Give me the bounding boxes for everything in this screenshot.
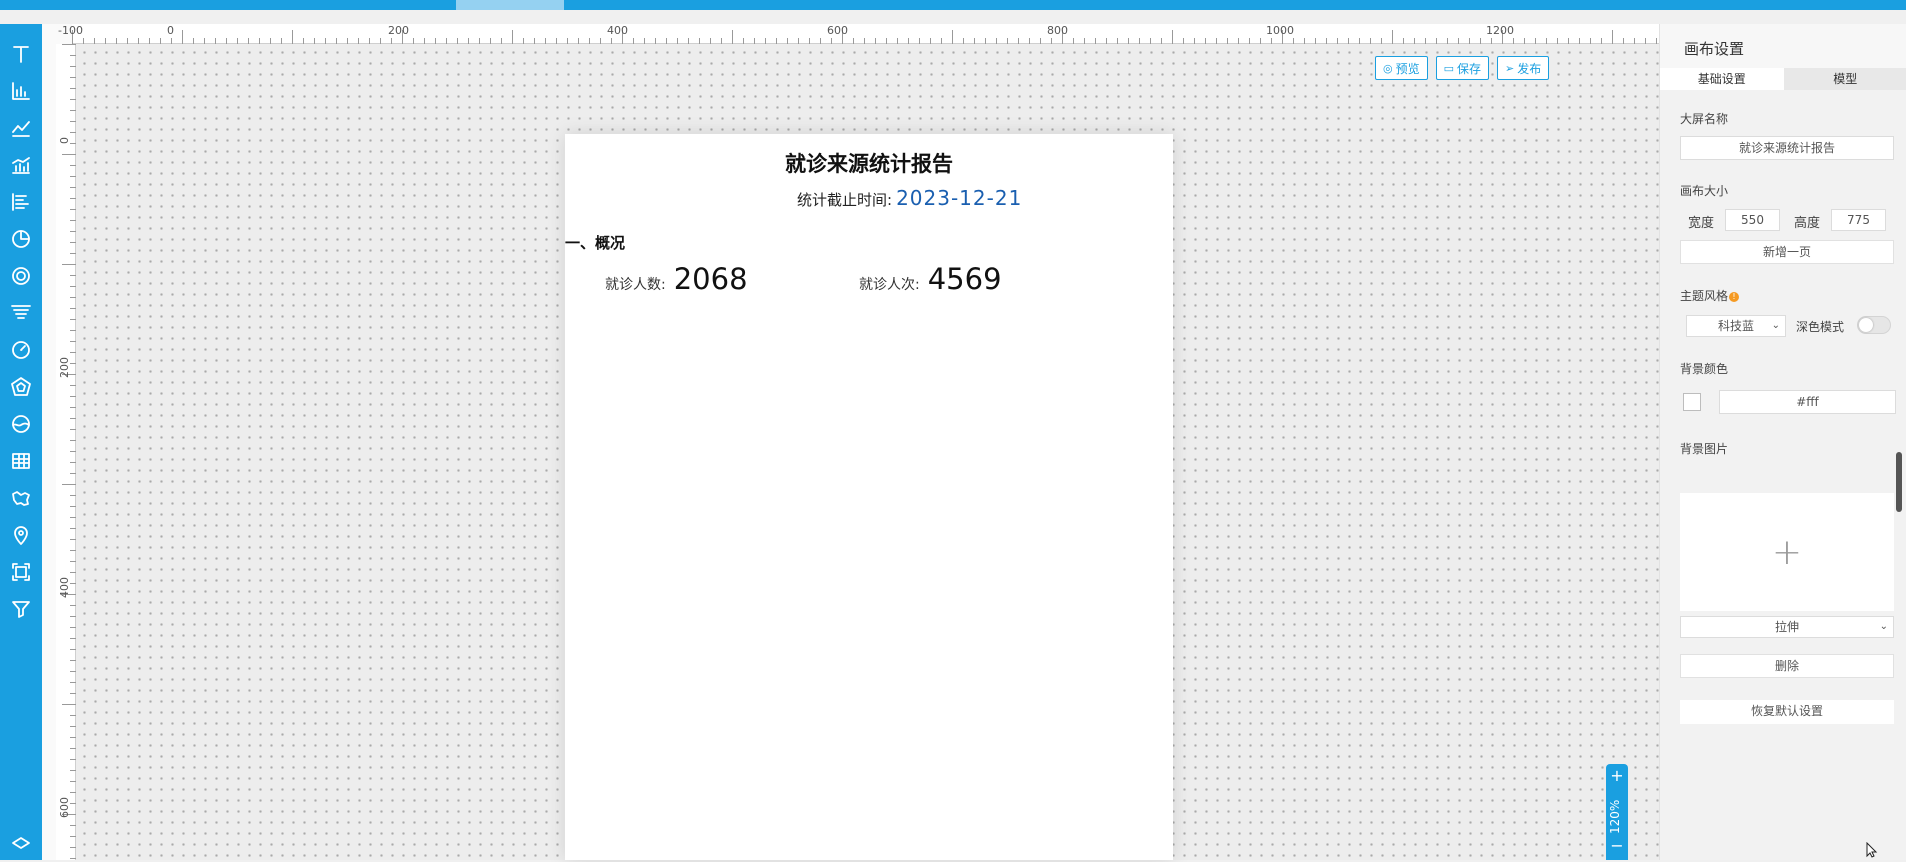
text-icon[interactable] [5, 38, 37, 70]
component-toolbar [0, 24, 42, 860]
visits-label: 就诊人次: [859, 274, 920, 294]
toggle-knob [1859, 318, 1873, 332]
ruler-top-label: 800 [1047, 24, 1068, 37]
preview-button[interactable]: ◎ 预览 [1375, 56, 1428, 80]
gauge-icon[interactable] [5, 334, 37, 366]
save-button[interactable]: ▭ 保存 [1436, 56, 1489, 80]
color-swatch[interactable] [1683, 393, 1701, 411]
location-pin-icon[interactable] [5, 519, 37, 551]
section-overview-title[interactable]: 一、概况 [565, 232, 625, 253]
panel-scrollbar[interactable] [1896, 452, 1902, 512]
height-label: 高度 [1794, 212, 1820, 231]
ruler-top-ticks [72, 24, 1659, 44]
date-label: 统计截止时间: [797, 189, 892, 210]
height-input[interactable]: 775 [1831, 209, 1886, 231]
fit-select-value: 拉伸 [1775, 620, 1799, 634]
horizontal-bar-icon[interactable] [5, 186, 37, 218]
chevron-down-icon: ⌄ [1772, 316, 1780, 336]
ruler-top-label: 1200 [1486, 24, 1514, 37]
water-ball-icon[interactable] [5, 408, 37, 440]
ruler-left-label: 600 [58, 797, 71, 818]
publish-button[interactable]: ➢ 发布 [1497, 56, 1549, 80]
tab-model[interactable]: 模型 [1784, 68, 1906, 90]
mouse-cursor-icon [1866, 842, 1878, 858]
save-label: 保存 [1457, 60, 1481, 77]
publish-label: 发布 [1517, 60, 1541, 77]
panel-header: 画布设置 [1660, 24, 1906, 68]
theme-label: 主题风格! [1680, 287, 1739, 304]
send-icon: ➢ [1505, 62, 1514, 75]
width-label: 宽度 [1688, 212, 1714, 231]
plus-icon: + [1680, 493, 1894, 611]
panel-tabs: 基础设置 模型 [1660, 68, 1906, 90]
screen-name-input[interactable]: 就诊来源统计报告 [1680, 136, 1894, 160]
ruler-top-label: 400 [607, 24, 628, 37]
report-page[interactable]: 就诊来源统计报告 统计截止时间: 2023-12-21 一、概况 就诊人数: 2… [565, 134, 1173, 860]
zoom-level: 120% [1608, 800, 1622, 834]
funnel-icon[interactable] [5, 297, 37, 329]
zoom-in-button[interactable]: + [1606, 766, 1628, 785]
visits-value: 4569 [928, 262, 1002, 296]
zoom-out-button[interactable]: − [1606, 836, 1628, 855]
bg-color-input[interactable]: #fff [1719, 390, 1896, 414]
theme-label-text: 主题风格 [1680, 289, 1728, 303]
table-icon[interactable] [5, 445, 37, 477]
map-icon[interactable] [5, 482, 37, 514]
ruler-top-label: 200 [388, 24, 409, 37]
combo-chart-icon[interactable] [5, 149, 37, 181]
ruler-left-ticks [56, 44, 76, 860]
preview-label: 预览 [1396, 60, 1420, 77]
panel-title: 画布设置 [1684, 38, 1744, 59]
patients-label: 就诊人数: [605, 274, 666, 294]
eye-icon: ◎ [1383, 62, 1393, 75]
screen-name-label: 大屏名称 [1680, 110, 1728, 127]
canvas-size-label: 画布大小 [1680, 182, 1728, 199]
ruler-top-label: 0 [167, 24, 174, 37]
line-chart-icon[interactable] [5, 112, 37, 144]
add-page-button[interactable]: 新增一页 [1680, 240, 1894, 264]
chevron-down-icon: ⌄ [1880, 617, 1888, 637]
report-title[interactable]: 就诊来源统计报告 [565, 148, 1173, 178]
fit-select[interactable]: 拉伸 ⌄ [1680, 616, 1894, 638]
canvas-actions: ◎ 预览 ▭ 保存 ➢ 发布 [1375, 56, 1549, 80]
reset-default-button[interactable]: 恢复默认设置 [1680, 700, 1894, 724]
date-value: 2023-12-21 [896, 186, 1022, 210]
filter-icon[interactable] [5, 593, 37, 625]
delete-button[interactable]: 删除 [1680, 654, 1894, 678]
ruler-left [56, 44, 76, 860]
visits-stat[interactable]: 就诊人次: 4569 [859, 262, 1002, 296]
radar-icon[interactable] [5, 371, 37, 403]
bg-image-upload[interactable]: + [1680, 493, 1894, 611]
dark-mode-label: 深色模式 [1796, 318, 1844, 335]
info-icon[interactable]: ! [1729, 292, 1739, 302]
layers-icon[interactable] [5, 830, 37, 862]
top-tab[interactable] [456, 0, 564, 10]
ruler-left-label: 400 [58, 577, 71, 598]
report-date[interactable]: 统计截止时间: 2023-12-21 [797, 186, 1022, 210]
patients-value: 2068 [674, 262, 748, 296]
bg-image-label: 背景图片 [1680, 440, 1728, 457]
ruler-top-label: -100 [58, 24, 83, 37]
dark-mode-toggle[interactable] [1857, 316, 1891, 334]
patients-stat[interactable]: 就诊人数: 2068 [605, 262, 748, 296]
frame-icon[interactable] [5, 556, 37, 588]
bg-color-label: 背景颜色 [1680, 360, 1728, 377]
width-input[interactable]: 550 [1725, 209, 1780, 231]
save-icon: ▭ [1444, 62, 1454, 75]
ruler-top-label: 1000 [1266, 24, 1294, 37]
ruler-left-label: 0 [58, 137, 71, 144]
ruler-left-label: 200 [58, 357, 71, 378]
tab-basic-settings[interactable]: 基础设置 [1660, 68, 1784, 90]
top-bar [0, 0, 1906, 10]
ring-chart-icon[interactable] [5, 260, 37, 292]
bar-chart-icon[interactable] [5, 75, 37, 107]
zoom-control: + 120% − [1606, 764, 1628, 860]
ruler-top [72, 24, 1659, 44]
settings-panel: 画布设置 基础设置 模型 大屏名称 就诊来源统计报告 画布大小 宽度 550 高… [1659, 24, 1906, 860]
theme-select-value: 科技蓝 [1718, 319, 1754, 333]
ruler-top-label: 600 [827, 24, 848, 37]
theme-select[interactable]: 科技蓝 ⌄ [1686, 315, 1786, 337]
pie-chart-icon[interactable] [5, 223, 37, 255]
